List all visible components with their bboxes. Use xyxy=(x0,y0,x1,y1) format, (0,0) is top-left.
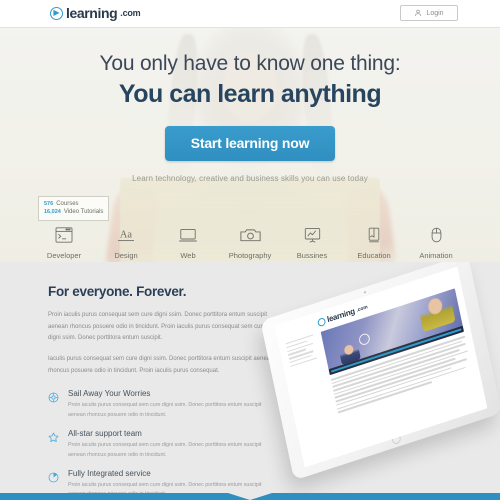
list-item-text: Fully Integrated service Proin iaculis p… xyxy=(68,469,273,493)
category-developer[interactable]: Developer xyxy=(33,224,95,260)
category-label: Design xyxy=(114,251,138,260)
site-logo[interactable]: ▶ learning .com xyxy=(50,5,141,21)
list-item[interactable]: All-star support team Proin iaculis puru… xyxy=(48,429,261,461)
list-item-text: All-star support team Proin iaculis puru… xyxy=(68,429,273,461)
presentation-chart-icon xyxy=(281,224,343,246)
category-animation[interactable]: Animation xyxy=(405,224,467,260)
tablet-mockup: learning .com xyxy=(260,262,500,481)
play-circle-icon xyxy=(316,316,327,327)
start-learning-button[interactable]: Start learning now xyxy=(164,126,336,161)
category-design[interactable]: Aa Design xyxy=(95,224,157,260)
category-photography[interactable]: Photography xyxy=(219,224,281,260)
tutorials-label: Video Tutorials xyxy=(63,209,104,216)
list-item-text: Sail Away Your Worries Proin iaculis pur… xyxy=(68,389,273,421)
category-strip: Developer Aa Design Web Photography Buss… xyxy=(0,224,500,260)
category-bussines[interactable]: Bussines xyxy=(281,224,343,260)
ship-wheel-icon xyxy=(48,389,61,421)
book-icon xyxy=(343,224,405,246)
features-section: For everyone. Forever. Proin iaculis pur… xyxy=(0,262,500,493)
tablet-screen: learning .com xyxy=(274,266,488,468)
list-item[interactable]: Sail Away Your Worries Proin iaculis pur… xyxy=(48,389,261,421)
category-label: Developer xyxy=(46,251,82,260)
category-education[interactable]: Education xyxy=(343,224,405,260)
footer-notch xyxy=(228,493,272,500)
laptop-icon xyxy=(157,224,219,246)
section-paragraph-1: Proin iaculis purus consequat sem cure d… xyxy=(48,312,268,342)
tablet-camera-icon xyxy=(363,290,367,294)
feature-desc: Proin iaculis purus consequat sem cure d… xyxy=(68,402,262,419)
svg-text:Aa: Aa xyxy=(120,229,133,240)
tablet-device: learning .com xyxy=(260,262,500,481)
browser-code-icon xyxy=(33,224,95,246)
courses-label: Courses xyxy=(56,201,79,207)
video-person-primary xyxy=(417,292,456,333)
typography-aa-icon: Aa xyxy=(95,224,157,246)
feature-title: Fully Integrated service xyxy=(68,468,151,478)
mouse-icon xyxy=(405,224,467,246)
stats-row-courses: 576 Courses xyxy=(44,200,103,208)
tablet-body xyxy=(285,288,472,426)
feature-title: Sail Away Your Worries xyxy=(68,389,151,399)
category-label: Photography xyxy=(228,251,272,260)
login-button[interactable]: Login xyxy=(400,5,458,21)
logo-tld: .com xyxy=(120,8,141,18)
section-paragraph-2: Iaculis purus consequat sem cure digni s… xyxy=(48,356,274,374)
stats-badge: 576 Courses 16,024 Video Tutorials xyxy=(38,196,110,221)
category-web[interactable]: Web xyxy=(157,224,219,260)
category-label: Bussines xyxy=(296,251,328,260)
pie-chart-icon xyxy=(48,469,61,493)
stats-row-tutorials: 16,024 Video Tutorials xyxy=(44,208,103,216)
feature-list: Sail Away Your Worries Proin iaculis pur… xyxy=(48,389,261,493)
category-label: Web xyxy=(180,251,196,260)
category-label: Animation xyxy=(419,251,453,260)
tablet-logo-tld: .com xyxy=(355,303,369,314)
star-icon xyxy=(48,429,61,461)
hero-subtitle: Learn technology, creative and business … xyxy=(132,174,368,183)
camera-icon xyxy=(219,224,281,246)
feature-title: All-star support team xyxy=(68,429,142,439)
hero-content: You only have to know one thing: You can… xyxy=(0,52,500,183)
play-button-icon xyxy=(358,332,371,347)
user-icon xyxy=(414,9,422,17)
tablet-main-content xyxy=(320,288,473,415)
section-title: For everyone. Forever. xyxy=(48,284,187,299)
courses-count: 576 xyxy=(44,201,54,207)
login-label: Login xyxy=(426,9,444,17)
hero-section: You only have to know one thing: You can… xyxy=(0,28,500,262)
play-circle-icon: ▶ xyxy=(50,6,63,20)
footer-bar xyxy=(0,493,500,500)
tutorials-count: 16,024 xyxy=(44,209,61,216)
site-header: ▶ learning .com Login xyxy=(0,0,500,28)
features-text-column: For everyone. Forever. Proin iaculis pur… xyxy=(0,262,273,493)
feature-desc: Proin iaculis purus consequat sem cure d… xyxy=(68,481,262,493)
category-label: Education xyxy=(357,251,391,260)
hero-headline-line1: You only have to know one thing: xyxy=(99,52,401,75)
logo-word: learning xyxy=(66,5,118,21)
hero-headline-line2: You can learn anything xyxy=(118,80,382,108)
feature-desc: Proin iaculis purus consequat sem cure d… xyxy=(68,442,262,458)
list-item[interactable]: Fully Integrated service Proin iaculis p… xyxy=(48,469,261,493)
landing-page: ▶ learning .com Login You only have to kn… xyxy=(0,0,500,500)
